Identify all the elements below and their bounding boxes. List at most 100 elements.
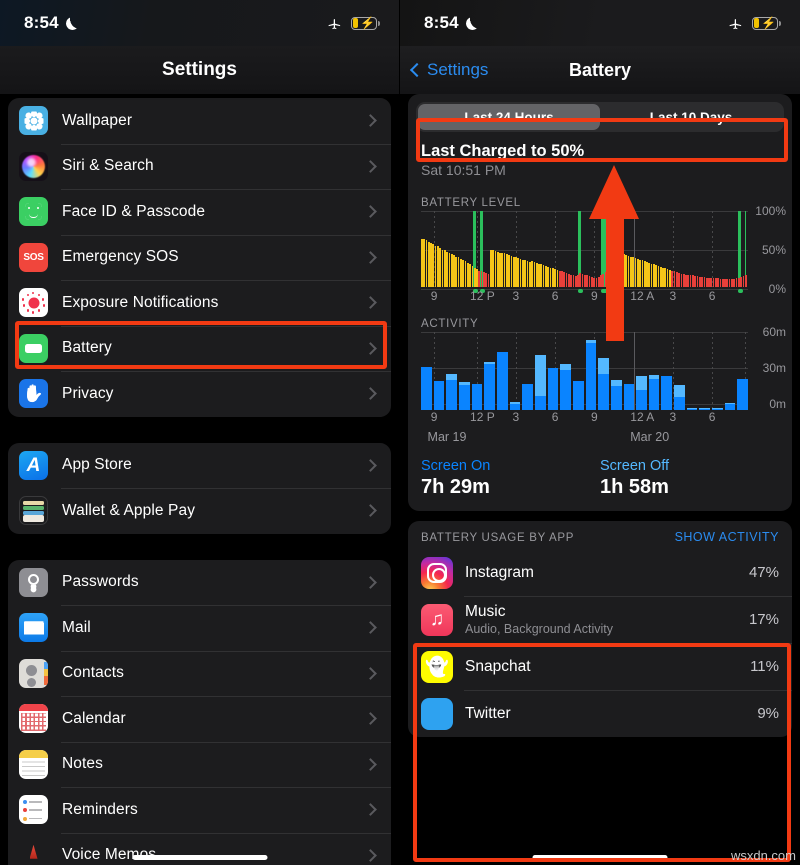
activity-bars (421, 338, 749, 410)
usage-header-label: BATTERY USAGE BY APP (421, 532, 575, 544)
status-time: 8:54 (24, 13, 59, 32)
sidebar-item-battery[interactable]: Battery (8, 325, 391, 372)
settings-pane: 8:54 ⚡ Settings Wallpaper Siri & Search … (0, 0, 400, 865)
app-usage-row-instagram[interactable]: Instagram 47% (408, 549, 792, 596)
activity-bar (547, 368, 559, 410)
activity-bar (534, 354, 546, 410)
battery-navbar: Settings Battery (400, 46, 800, 94)
screen-on-block: Screen On 7h 29m (421, 458, 600, 499)
settings-group-1: Wallpaper Siri & Search Face ID & Passco… (8, 98, 391, 417)
row-label: Battery (62, 339, 112, 357)
twitter-icon (421, 697, 453, 730)
show-activity-button[interactable]: SHOW ACTIVITY (675, 530, 779, 544)
row-label: Emergency SOS (62, 248, 179, 266)
chevron-right-icon (364, 621, 377, 635)
chevron-right-icon (364, 341, 377, 355)
sidebar-item-emergency-sos[interactable]: SOS Emergency SOS (8, 234, 391, 281)
sidebar-item-siri-search[interactable]: Siri & Search (8, 143, 391, 190)
app-usage-row-twitter[interactable]: Twitter 9% (408, 690, 792, 737)
row-label: Privacy (62, 384, 114, 402)
app-meta: Twitter (465, 705, 757, 723)
sidebar-item-passwords[interactable]: Passwords (8, 560, 391, 606)
segment-last-24-hours[interactable]: Last 24 Hours (418, 104, 600, 130)
activity-bar (674, 384, 685, 410)
last-charged-headline: Last Charged to 50% (421, 142, 585, 160)
airplane-mode-icon (729, 18, 742, 29)
screen-off-block: Screen Off 1h 58m (600, 458, 779, 499)
music-icon (421, 603, 453, 636)
sidebar-item-calendar[interactable]: Calendar (8, 696, 391, 742)
settings-list[interactable]: Wallpaper Siri & Search Face ID & Passco… (0, 94, 399, 865)
back-button[interactable]: Settings (409, 60, 489, 80)
app-usage-row-music[interactable]: Music Audio, Background Activity 17% (408, 596, 792, 643)
app-percentage: 47% (748, 564, 779, 581)
notes-icon (19, 749, 48, 779)
row-label: Notes (62, 755, 103, 773)
row-label: Passwords (62, 573, 139, 591)
activity-bar (585, 340, 597, 410)
screen-off-label: Screen Off (600, 458, 670, 474)
chevron-right-icon (364, 504, 377, 518)
activity-bar (636, 376, 647, 410)
activity-bar (522, 383, 533, 410)
sidebar-item-exposure-notifications[interactable]: Exposure Notifications (8, 280, 391, 326)
status-bar-left: 8:54 ⚡ (0, 0, 399, 46)
sidebar-item-privacy[interactable]: Privacy (8, 371, 391, 417)
airplane-mode-icon (328, 18, 341, 29)
app-usage-row-snapchat[interactable]: Snapchat 11% (408, 643, 792, 690)
home-indicator-right (532, 855, 668, 860)
siri-icon (19, 151, 48, 181)
sidebar-item-wallet[interactable]: Wallet & Apple Pay (8, 488, 391, 534)
app-percentage: 9% (757, 705, 779, 722)
status-left: 8:54 (24, 13, 79, 33)
sidebar-item-wallpaper[interactable]: Wallpaper (8, 98, 391, 144)
battery-charging-icon: ⚡ (351, 16, 381, 30)
range-segmented-control[interactable]: Last 24 Hours Last 10 Days (416, 102, 784, 132)
sidebar-item-app-store[interactable]: App Store (8, 443, 391, 489)
settings-group-2: App Store Wallet & Apple Pay (8, 442, 391, 534)
activity-chart: 60m 30m 0m 9 12 P3 6 9 12 A 36 Mar 19 Mar 20 (408, 325, 792, 450)
sidebar-item-notes[interactable]: Notes (8, 741, 391, 788)
row-label: Reminders (62, 800, 138, 818)
face-id-icon (19, 197, 48, 227)
status-time: 8:54 (424, 13, 459, 32)
segment-last-10-days[interactable]: Last 10 Days (600, 104, 782, 130)
sidebar-item-face-id[interactable]: Face ID & Passcode (8, 189, 391, 235)
envelope-glyph (23, 621, 44, 635)
contacts-tabs (44, 661, 48, 685)
battery-usage-card: BATTERY USAGE BY APP SHOW ACTIVITY Insta… (408, 521, 792, 737)
status-right: ⚡ (728, 16, 782, 31)
activity-bar (421, 366, 432, 410)
activity-bar (509, 401, 521, 410)
screen-time-summary: Screen On 7h 29m Screen Off 1h 58m (408, 450, 792, 511)
app-name: Music (465, 603, 506, 620)
date-label-start: Mar 19 (427, 430, 467, 444)
row-label: Wallpaper (62, 111, 133, 129)
row-label: Face ID & Passcode (62, 202, 206, 220)
back-label: Settings (427, 60, 489, 79)
screen-on-label: Screen On (421, 458, 491, 474)
row-label: App Store (62, 456, 132, 474)
row-label: Wallet & Apple Pay (62, 501, 196, 519)
app-percentage: 17% (748, 611, 779, 628)
privacy-hand-icon (19, 379, 48, 409)
screen-on-value: 7h 29m (421, 476, 490, 498)
calendar-header-bar (19, 704, 48, 712)
chevron-right-icon (364, 803, 377, 817)
screen-off-value: 1h 58m (600, 476, 669, 498)
sidebar-item-mail[interactable]: Mail (8, 605, 391, 651)
voice-memos-icon (19, 840, 48, 865)
app-store-icon (19, 450, 48, 480)
instagram-icon (421, 556, 453, 589)
sidebar-item-voice-memos[interactable]: Voice Memos (8, 832, 391, 865)
battery-icon (19, 333, 48, 363)
activity-bar (484, 362, 495, 410)
face-id-eyes (19, 197, 48, 226)
key-icon (19, 567, 48, 597)
sidebar-item-contacts[interactable]: Contacts (8, 650, 391, 697)
sidebar-item-reminders[interactable]: Reminders (8, 787, 391, 833)
contacts-icon (19, 658, 48, 688)
chevron-right-icon (364, 575, 377, 589)
chevron-right-icon (364, 387, 377, 401)
app-name: Instagram (465, 563, 534, 581)
